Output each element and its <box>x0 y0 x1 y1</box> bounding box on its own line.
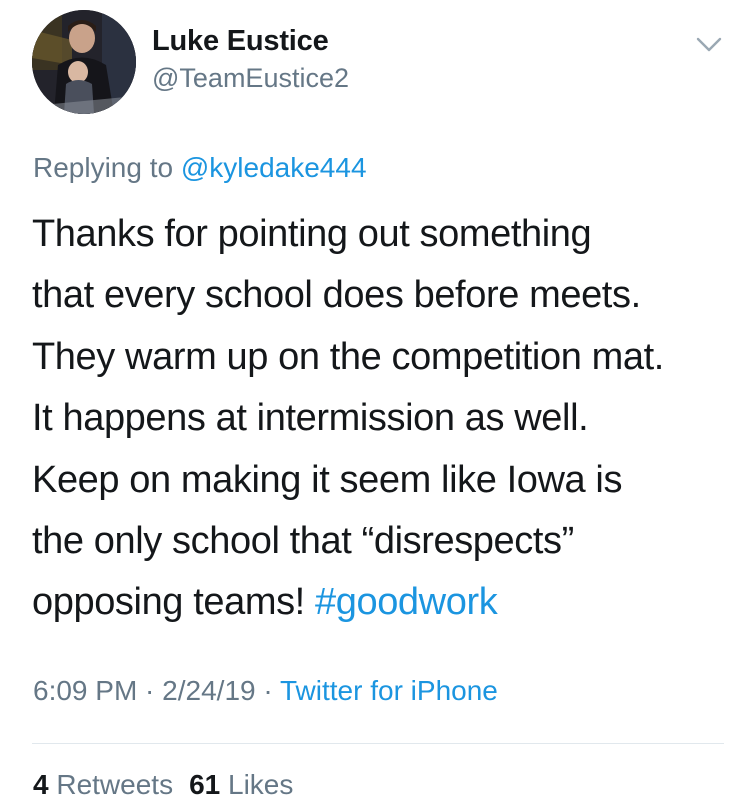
tweet-source-link[interactable]: Twitter for iPhone <box>280 675 498 706</box>
tweet-metadata: 6:09 PM · 2/24/19 · Twitter for iPhone <box>33 675 498 707</box>
likes-label: Likes <box>228 769 294 800</box>
tweet-line: They warm up on the competition mat. <box>32 335 664 378</box>
hashtag-link[interactable]: #goodwork <box>315 581 498 623</box>
tweet-line: the only school that “disrespects” <box>32 520 574 563</box>
retweets-stat[interactable]: 4 Retweets <box>33 769 173 800</box>
tweet-line: Keep on making it seem like Iowa is <box>32 458 623 501</box>
engagement-stats: 4 Retweets 61 Likes <box>33 769 293 801</box>
tweet-date[interactable]: 2/24/19 <box>162 675 255 706</box>
retweets-count: 4 <box>33 769 49 800</box>
reply-handle-link[interactable]: @kyledake444 <box>181 152 367 183</box>
tweet-text: Thanks for pointing out something that e… <box>32 204 732 634</box>
replying-to: Replying to @kyledake444 <box>33 152 367 184</box>
retweets-label: Retweets <box>56 769 174 800</box>
tweet-line: Thanks for pointing out something <box>32 213 592 255</box>
author-display-name[interactable]: Luke Eustice <box>152 25 329 58</box>
meta-separator: · <box>137 675 163 706</box>
author-handle[interactable]: @TeamEustice2 <box>152 63 349 94</box>
likes-stat[interactable]: 61 Likes <box>189 769 293 800</box>
tweet-line: that every school does before meets. <box>32 274 641 317</box>
tweet-line-last: opposing teams! #goodwork <box>32 572 732 633</box>
tweet-line: It happens at intermission as well. <box>32 397 589 440</box>
divider <box>32 743 724 744</box>
tweet-line-text: opposing teams! <box>32 581 315 624</box>
profile-photo <box>32 10 136 114</box>
chevron-down-icon[interactable] <box>694 32 724 56</box>
meta-separator: · <box>255 675 280 706</box>
likes-count: 61 <box>189 769 221 800</box>
replying-to-label: Replying to <box>33 152 174 183</box>
avatar[interactable] <box>32 10 136 114</box>
tweet-time[interactable]: 6:09 PM <box>33 675 137 706</box>
